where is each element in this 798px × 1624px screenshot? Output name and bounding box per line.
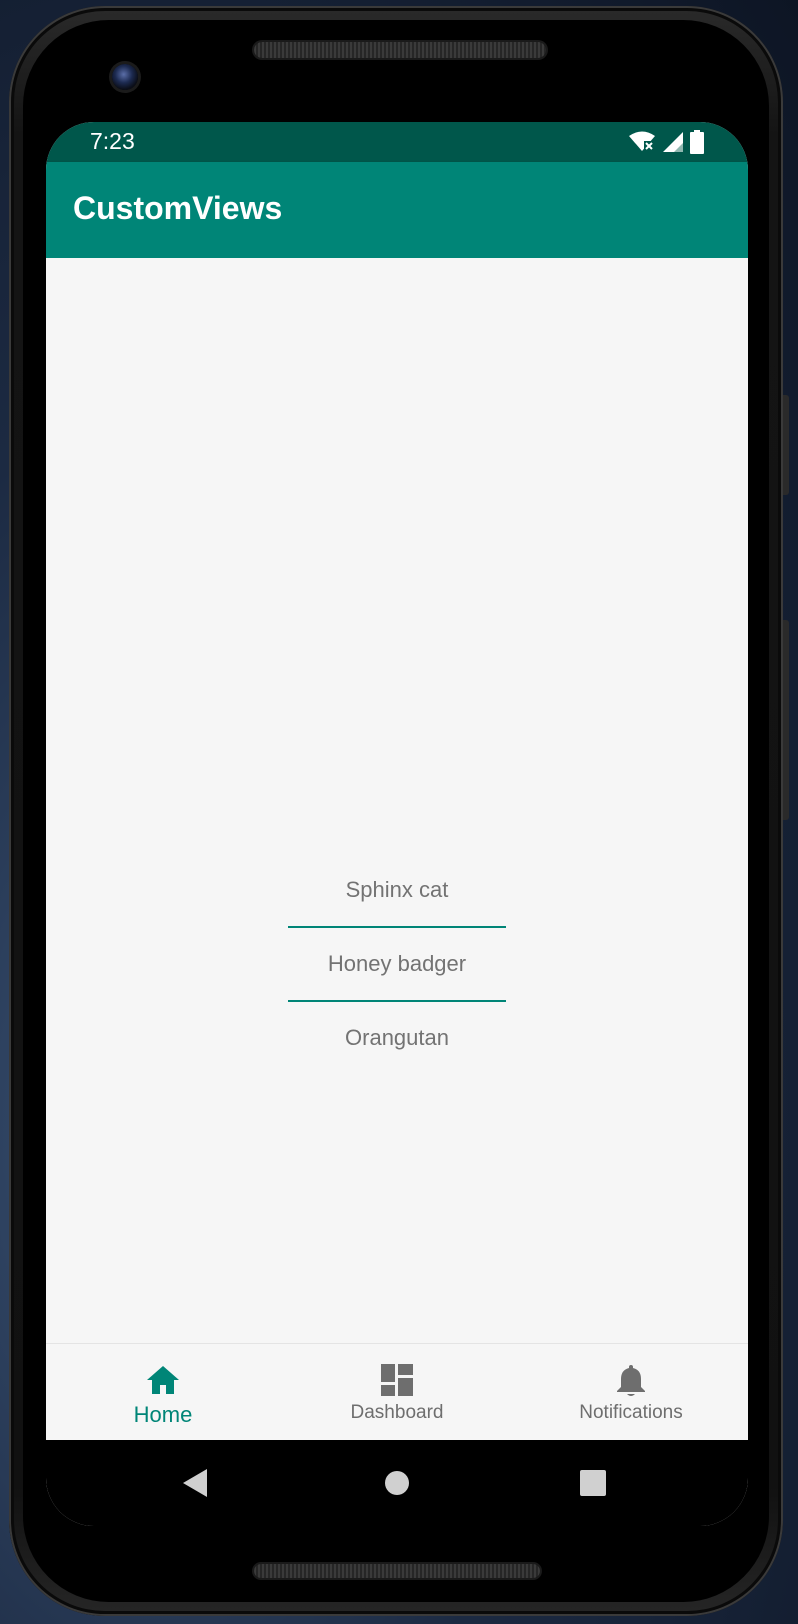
bell-icon: [613, 1362, 649, 1398]
back-icon[interactable]: [155, 1440, 235, 1526]
picker-item-previous[interactable]: Sphinx cat: [288, 854, 506, 926]
picker-item-selected[interactable]: Honey badger: [288, 928, 506, 1000]
bottom-speaker: [254, 1564, 540, 1578]
dashboard-icon: [379, 1362, 415, 1398]
nav-label-home: Home: [133, 1402, 193, 1427]
nav-item-home[interactable]: Home: [46, 1344, 280, 1441]
home-icon: [145, 1362, 181, 1398]
volume-button: [783, 620, 789, 820]
app-title: CustomViews: [73, 190, 283, 226]
battery-icon: [690, 130, 704, 158]
status-time: 7:23: [90, 128, 135, 154]
wifi-no-internet-icon: [628, 131, 656, 157]
cell-signal-icon: [662, 131, 684, 157]
earpiece-speaker: [254, 42, 546, 58]
system-navigation-bar: [46, 1440, 748, 1526]
picker-item-next[interactable]: Orangutan: [288, 1002, 506, 1074]
power-button: [783, 395, 789, 495]
bottom-navigation: Home Dashboard Notifications: [46, 1343, 748, 1441]
recents-icon[interactable]: [553, 1440, 633, 1526]
animal-picker[interactable]: Sphinx cat Honey badger Orangutan: [288, 854, 506, 1074]
app-bar: CustomViews: [46, 162, 748, 258]
status-icons: [628, 130, 704, 158]
nav-label-notifications: Notifications: [579, 1402, 683, 1423]
home-circle-icon[interactable]: [357, 1440, 437, 1526]
front-camera: [112, 64, 138, 90]
nav-item-dashboard[interactable]: Dashboard: [280, 1344, 514, 1441]
device-screen: 7:23 CustomViews Sphinx cat Honey badger…: [46, 122, 748, 1526]
status-bar: 7:23: [46, 122, 748, 162]
nav-item-notifications[interactable]: Notifications: [514, 1344, 748, 1441]
main-content: Sphinx cat Honey badger Orangutan: [46, 258, 748, 1343]
nav-label-dashboard: Dashboard: [350, 1402, 444, 1423]
